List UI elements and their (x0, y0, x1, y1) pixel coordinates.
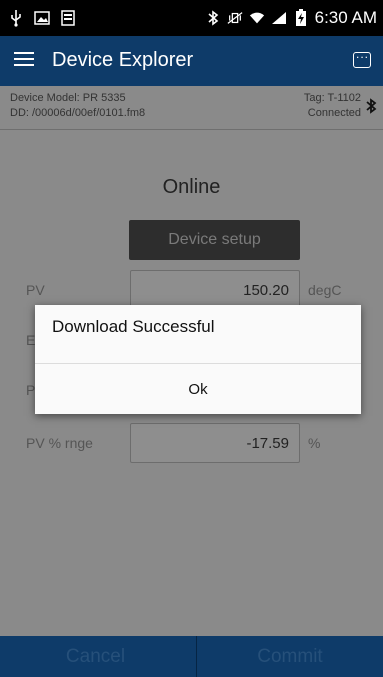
dialog-ok-button[interactable]: Ok (35, 364, 361, 414)
cancel-button[interactable]: Cancel (0, 636, 191, 677)
param-row-pv: PV 150.20 degC (0, 270, 383, 310)
online-status-heading: Online (162, 176, 221, 198)
param-unit: degC (308, 282, 342, 298)
document-icon (60, 10, 76, 26)
device-tag: Tag: T-1102 (303, 92, 361, 104)
param-label: P (26, 382, 36, 398)
device-model: Device Model: PR 5335 (10, 92, 126, 104)
device-setup-button[interactable]: Device setup (129, 220, 300, 260)
status-bar-right: 6:30 AM (205, 0, 377, 36)
app-bar: Device Explorer (0, 36, 383, 86)
param-unit: % (308, 435, 321, 451)
usb-icon (8, 10, 24, 27)
connection-status: Connected (307, 107, 361, 119)
param-value: -17.59 (246, 435, 289, 452)
bluetooth-icon (205, 10, 221, 26)
param-value: 150.20 (243, 282, 289, 299)
param-label: PV % rnge (26, 435, 93, 451)
battery-charging-icon (293, 9, 309, 26)
param-value-field[interactable]: -17.59 (130, 423, 300, 463)
app-title: Device Explorer (52, 49, 194, 71)
bottom-action-bar: Cancel Commit (0, 636, 383, 677)
device-dd-path: DD: /00006d/00ef/0101.fm8 (10, 107, 146, 119)
chat-icon[interactable] (353, 47, 371, 68)
param-value-field[interactable]: 150.20 (130, 270, 300, 310)
image-icon (34, 10, 50, 26)
signal-icon (271, 10, 287, 26)
status-bar-left-icons (8, 0, 76, 36)
bluetooth-connected-icon (365, 97, 377, 118)
status-time: 6:30 AM (314, 8, 377, 27)
param-label: E (26, 332, 36, 348)
param-label: PV (26, 282, 45, 298)
vibrate-mute-icon (227, 10, 243, 26)
status-bar: 6:30 AM (0, 0, 383, 36)
download-success-dialog: Download Successful Ok (35, 305, 361, 414)
param-row-pv-range: PV % rnge -17.59 % (0, 423, 383, 463)
dialog-title: Download Successful (52, 317, 215, 336)
hamburger-menu-icon[interactable] (14, 52, 34, 70)
device-info-panel: Device Model: PR 5335 DD: /00006d/00ef/0… (0, 86, 383, 130)
wifi-icon (249, 10, 265, 26)
commit-button[interactable]: Commit (197, 636, 383, 677)
